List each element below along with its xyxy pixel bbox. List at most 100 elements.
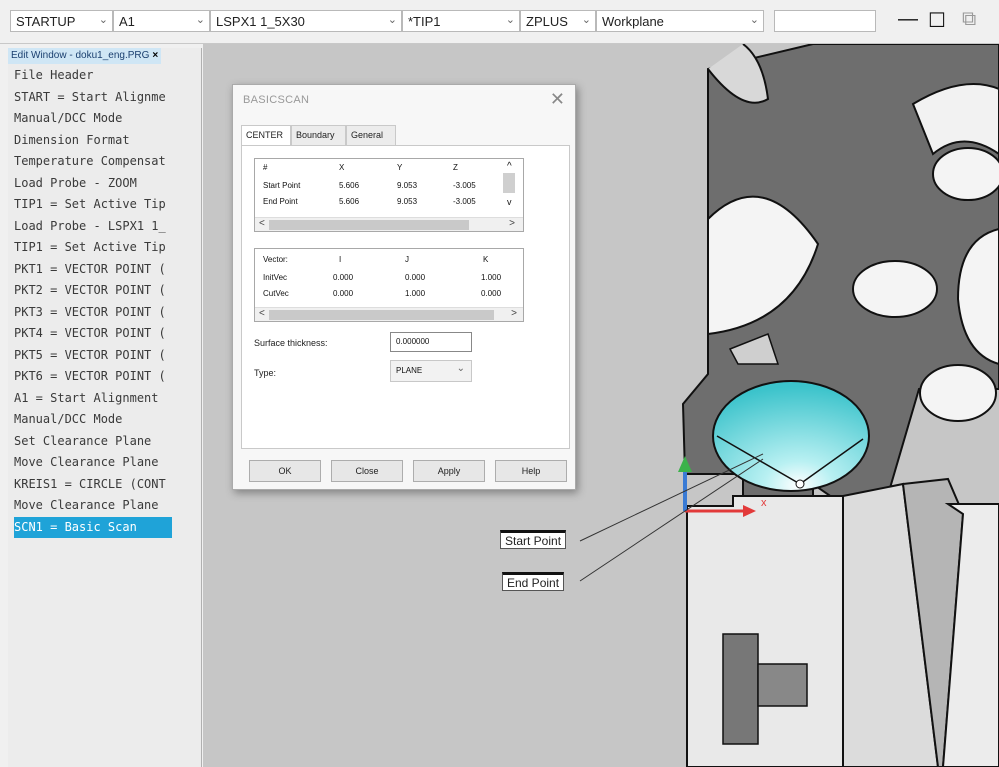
edit-window: Edit Window - doku1_eng.PRG × File Header… (8, 48, 202, 767)
basicscan-dialog: BASICSCAN ✕ CENTER Boundary General # X … (232, 84, 576, 490)
vectors-table[interactable]: Vector: I J K InitVec 0.000 0.000 1.000 … (254, 248, 524, 322)
ok-button[interactable]: OK (249, 460, 321, 482)
horizontal-scrollbar[interactable]: < > (255, 307, 523, 321)
close-button[interactable]: Close (331, 460, 403, 482)
chevron-down-icon: ⌄ (195, 14, 205, 26)
horizontal-scrollbar[interactable]: < > (255, 217, 523, 231)
table-row-label: CutVec (263, 289, 289, 298)
points-header-index: # (263, 163, 268, 172)
tip-value: *TIP1 (408, 14, 441, 29)
points-table[interactable]: # X Y Z Start Point 5.606 9.053 -3.005 E… (254, 158, 524, 232)
type-label: Type: (254, 368, 277, 378)
table-cell: 0.000 (333, 273, 354, 282)
scroll-up-icon[interactable]: ^ (507, 161, 512, 172)
scrollbar-thumb[interactable] (269, 220, 469, 230)
type-select[interactable]: PLANE ⌄ (390, 360, 472, 382)
chevron-down-icon: ⌄ (581, 14, 591, 26)
probe-dropdown[interactable]: LSPX1 1_5X30 ⌄ (210, 10, 402, 32)
edit-window-tab[interactable]: Edit Window - doku1_eng.PRG × (8, 48, 162, 64)
scroll-right-icon[interactable]: > (509, 218, 515, 229)
tip-dropdown[interactable]: *TIP1 ⌄ (402, 10, 520, 32)
alignment-sub-value: A1 (119, 14, 135, 29)
vectors-header-label: Vector: (263, 255, 288, 264)
table-cell: 9.053 (397, 181, 418, 190)
end-point-label: End Point (502, 572, 565, 591)
program-line[interactable]: Temperature Compensat (14, 151, 201, 173)
scan-circle (712, 380, 870, 492)
scroll-down-icon[interactable]: v (507, 197, 512, 207)
chevron-down-icon: ⌄ (505, 14, 515, 26)
program-line[interactable]: PKT1 = VECTOR POINT ( (14, 259, 201, 281)
table-cell: -3.005 (453, 181, 476, 190)
app-window: STARTUP ⌄ A1 ⌄ LSPX1 1_5X30 ⌄ *TIP1 ⌄ ZP… (0, 0, 999, 767)
edit-window-title: Edit Window - doku1_eng.PRG (11, 50, 150, 61)
program-line[interactable]: PKT4 = VECTOR POINT ( (14, 323, 201, 345)
vectors-header-k: K (483, 255, 489, 264)
program-line[interactable]: TIP1 = Set Active Tip (14, 237, 201, 259)
scroll-left-icon[interactable]: < (259, 218, 265, 229)
table-cell: 5.606 (339, 181, 360, 190)
program-line[interactable]: A1 = Start Alignment (14, 388, 201, 410)
program-line[interactable]: KREIS1 = CIRCLE (CONT (14, 474, 201, 496)
free-text-field[interactable] (774, 10, 876, 32)
vectors-header-j: J (405, 255, 409, 264)
program-line[interactable]: Manual/DCC Mode (14, 409, 201, 431)
workplane-axis-value: ZPLUS (526, 14, 568, 29)
close-icon[interactable]: ✕ (550, 89, 565, 110)
table-cell: 0.000 (481, 289, 502, 298)
program-line[interactable]: PKT3 = VECTOR POINT ( (14, 302, 201, 324)
alignment-sub-dropdown[interactable]: A1 ⌄ (113, 10, 210, 32)
alignment-dropdown[interactable]: STARTUP ⌄ (10, 10, 113, 32)
vertical-scrollbar[interactable] (503, 173, 515, 193)
program-line[interactable]: Move Clearance Plane (14, 452, 201, 474)
tab-general[interactable]: General (346, 125, 396, 145)
surface-thickness-value: 0.000000 (396, 337, 430, 346)
program-line[interactable]: File Header (14, 65, 201, 87)
vectors-header-i: I (339, 255, 342, 264)
program-line[interactable]: TIP1 = Set Active Tip (14, 194, 201, 216)
end-point-text: End Point (507, 576, 560, 590)
close-icon[interactable]: × (152, 50, 158, 61)
chevron-down-icon: ⌄ (456, 363, 465, 374)
minimize-icon[interactable]: — (898, 8, 918, 31)
table-cell: 0.000 (333, 289, 354, 298)
maximize-icon[interactable]: ☐ (928, 8, 946, 33)
alignment-value: STARTUP (16, 14, 76, 29)
restore-icon[interactable]: ⧉ (962, 8, 976, 31)
surface-thickness-field[interactable]: 0.000000 (390, 332, 472, 352)
start-point-label: Start Point (500, 530, 567, 549)
part-lower-face (686, 495, 844, 767)
workplane-axis-dropdown[interactable]: ZPLUS ⌄ (520, 10, 596, 32)
scrollbar-thumb[interactable] (269, 310, 494, 320)
apply-button[interactable]: Apply (413, 460, 485, 482)
program-line[interactable]: Set Clearance Plane (14, 431, 201, 453)
help-button[interactable]: Help (495, 460, 567, 482)
scroll-left-icon[interactable]: < (259, 308, 265, 319)
program-lines: File Header START = Start Alignme Manual/D… (14, 65, 201, 538)
table-cell: 1.000 (405, 289, 426, 298)
program-line[interactable]: Move Clearance Plane (14, 495, 201, 517)
type-value: PLANE (396, 366, 423, 375)
table-cell: 9.053 (397, 197, 418, 206)
program-line[interactable]: Load Probe - ZOOM (14, 173, 201, 195)
table-row-label: InitVec (263, 273, 288, 282)
scroll-right-icon[interactable]: > (511, 308, 517, 319)
program-line[interactable]: PKT2 = VECTOR POINT ( (14, 280, 201, 302)
program-line[interactable]: Manual/DCC Mode (14, 108, 201, 130)
program-line[interactable]: PKT6 = VECTOR POINT ( (14, 366, 201, 388)
program-line[interactable]: Dimension Format (14, 130, 201, 152)
program-line[interactable]: PKT5 = VECTOR POINT ( (14, 345, 201, 367)
tab-boundary[interactable]: Boundary (291, 125, 346, 145)
table-row-label: End Point (263, 197, 298, 206)
program-line[interactable]: START = Start Alignme (14, 87, 201, 109)
program-line[interactable]: Load Probe - LSPX1 1_ (14, 216, 201, 238)
chevron-down-icon: ⌄ (387, 14, 397, 26)
table-cell: 5.606 (339, 197, 360, 206)
program-line[interactable]: SCN1 = Basic Scan (14, 516, 172, 538)
tab-center[interactable]: CENTER (241, 125, 291, 146)
probe-value: LSPX1 1_5X30 (216, 14, 305, 29)
table-cell: 1.000 (481, 273, 502, 282)
workplane-dropdown[interactable]: Workplane ⌄ (596, 10, 764, 32)
table-cell: -3.005 (453, 197, 476, 206)
toolbar: STARTUP ⌄ A1 ⌄ LSPX1 1_5X30 ⌄ *TIP1 ⌄ ZP… (0, 0, 999, 44)
